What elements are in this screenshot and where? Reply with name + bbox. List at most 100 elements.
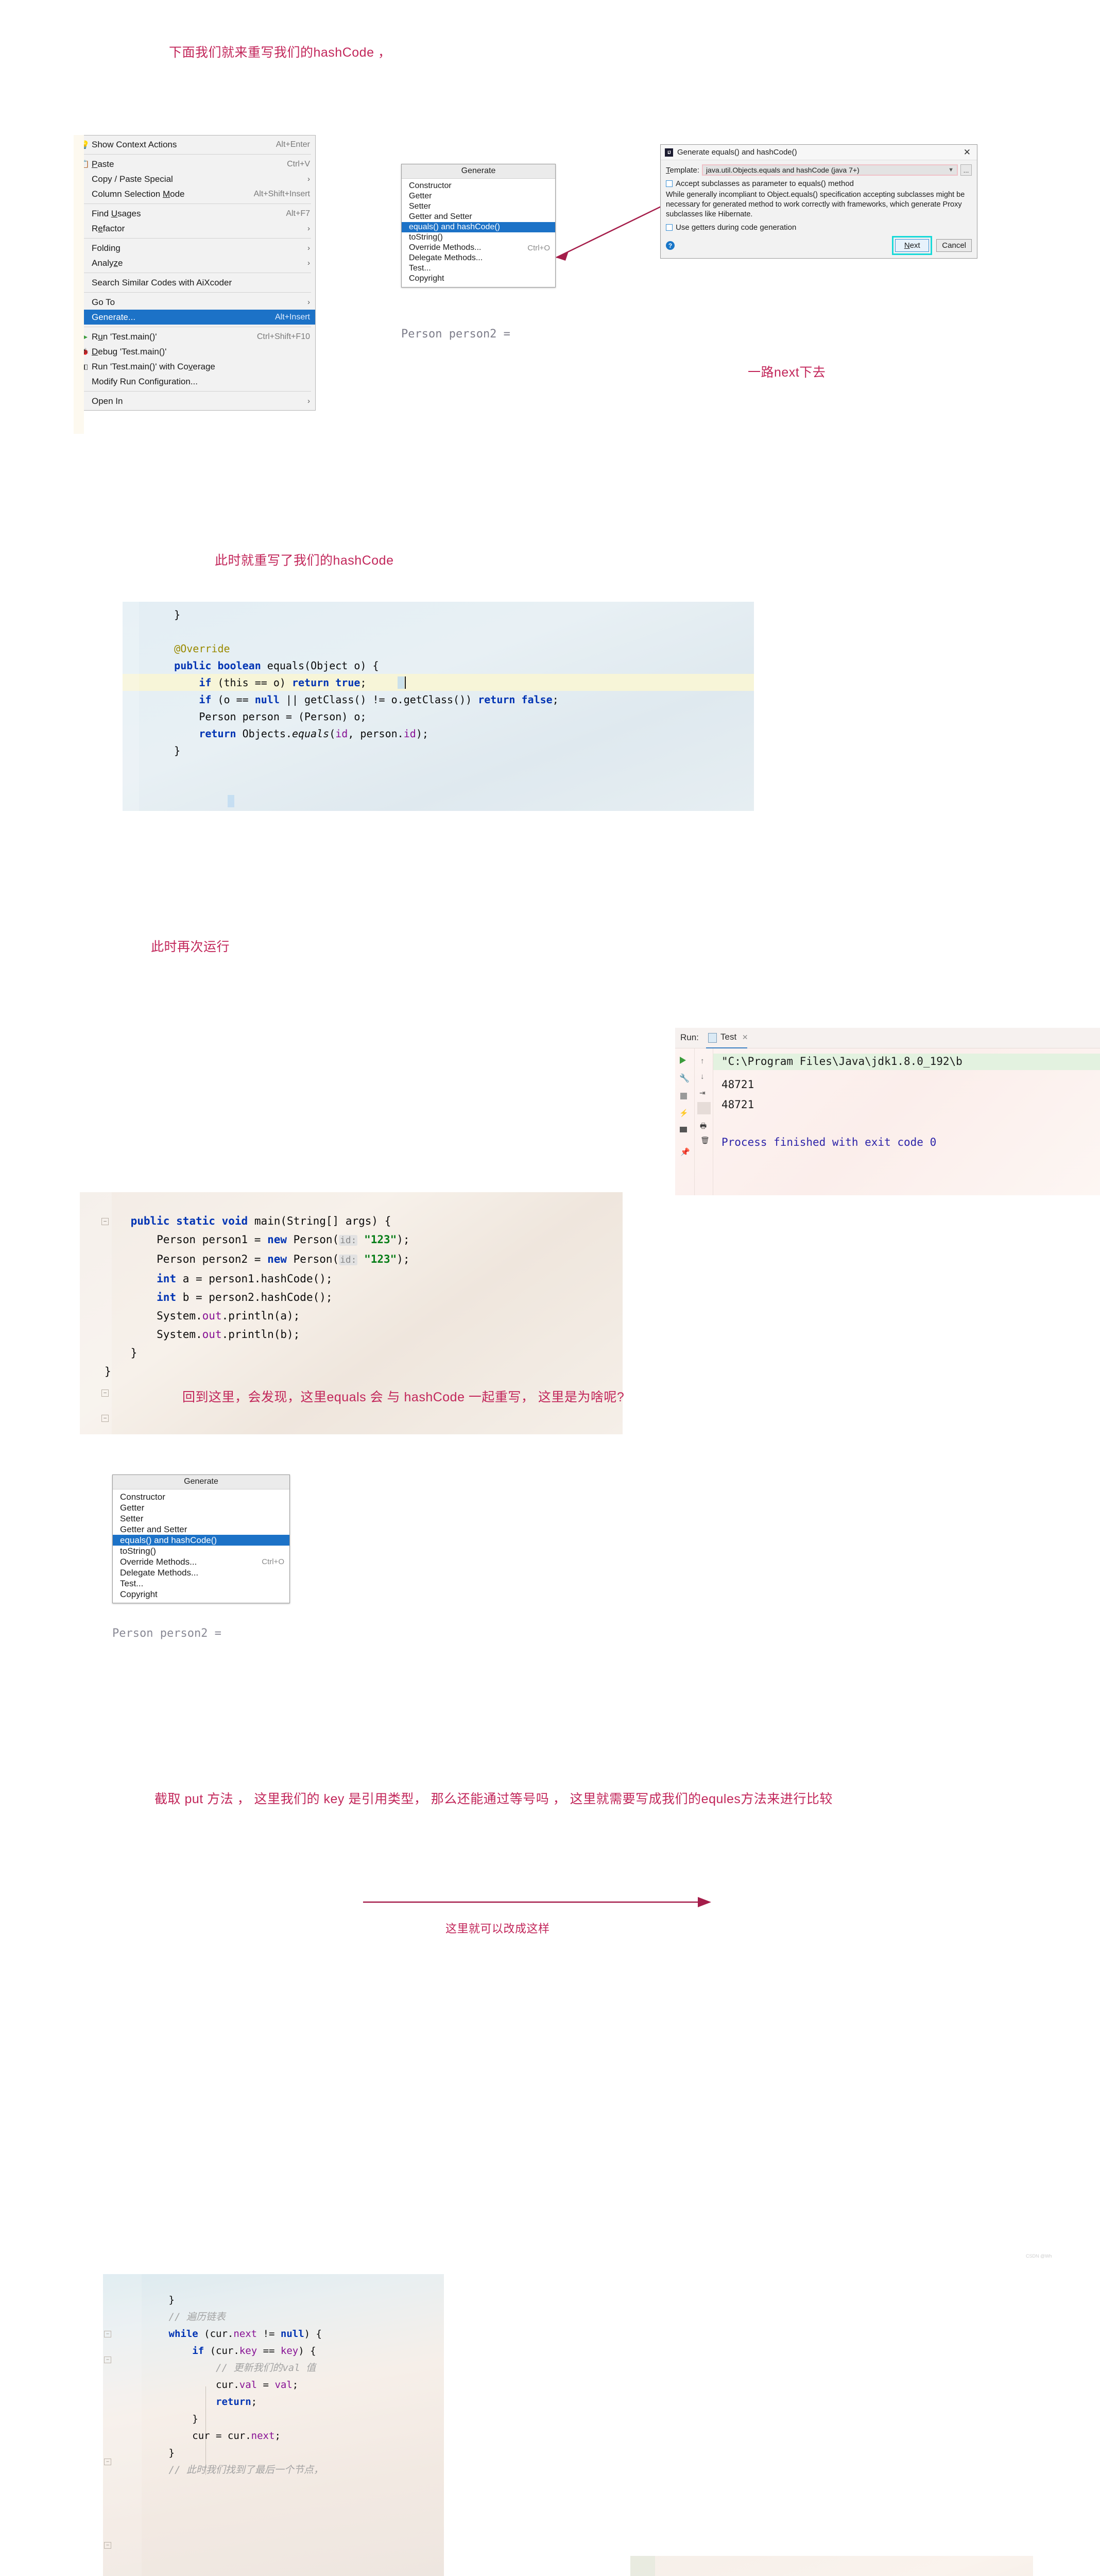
run-icon[interactable]	[680, 1057, 686, 1064]
note-change-to-this: 这里就可以改成这样	[445, 1920, 550, 1936]
intellij-icon: IJ	[665, 148, 673, 157]
soft-wrap-icon[interactable]: ⇥	[699, 1089, 706, 1097]
cancel-button[interactable]: Cancel	[936, 239, 972, 252]
use-getters-checkbox-row[interactable]: Use getters during code generation	[666, 223, 972, 232]
context-menu-item-folding[interactable]: Folding›	[74, 241, 315, 256]
editor-context-menu[interactable]: 💡Show Context ActionsAlt+Enter 📋PasteCtrl…	[74, 135, 316, 411]
generate-item-getter-and-setter[interactable]: Getter and Setter	[402, 212, 555, 222]
editor-text-behind-popup-2: Person person2 =	[112, 1627, 298, 1640]
console-tab-test[interactable]: Test ✕	[720, 1032, 748, 1042]
up-arrow-icon[interactable]: ↑	[700, 1057, 704, 1065]
scroll-to-end-icon[interactable]	[697, 1102, 711, 1114]
generate-popup-2[interactable]: Generate ConstructorGetterSetterGetter a…	[112, 1475, 290, 1603]
context-menu-item-analyze[interactable]: Analyze›	[74, 256, 315, 270]
note-why-together: 回到这里，会发现，这里equals 会 与 hashCode 一起重写， 这里是…	[182, 1387, 624, 1405]
behind-code-text: Person person2 =	[401, 328, 510, 340]
context-menu-item-search-similar-codes-with-aixcoder[interactable]: Search Similar Codes with AiXcoder	[74, 275, 315, 290]
close-icon[interactable]: ✕	[742, 1033, 748, 1041]
code-block-put-after: − − − − } while (cur.next != null) { if(…	[630, 2556, 1033, 2576]
print-icon[interactable]: 🖶	[700, 1121, 707, 1133]
generate-item-override-methods[interactable]: Override Methods...Ctrl+O	[113, 1556, 289, 1567]
context-menu-item-debug-test-main[interactable]: 🐞Debug 'Test.main()'	[74, 344, 315, 359]
generate-item-tostring[interactable]: toString()	[402, 232, 555, 243]
help-icon[interactable]: ?	[666, 241, 675, 250]
code-text-put-after: } while (cur.next != null) { if(cur.key.…	[630, 2556, 1033, 2576]
next-button[interactable]: Next	[895, 239, 929, 252]
generate-equals-dialog[interactable]: IJ Generate equals() and hashCode() ✕ Te…	[660, 144, 977, 259]
context-menu-item-find-usages[interactable]: Find UsagesAlt+F7	[74, 206, 315, 221]
close-icon[interactable]: ✕	[961, 147, 973, 158]
generate-item-equals-and-hashcode[interactable]: equals() and hashCode()	[113, 1535, 289, 1546]
generate-item-setter[interactable]: Setter	[402, 201, 555, 212]
console-mid-toolbar[interactable]: ↑ ↓ ⇥ 🖶 🗑	[695, 1048, 713, 1195]
generate-item-getter[interactable]: Getter	[113, 1502, 289, 1513]
chevron-right-icon: ›	[307, 397, 310, 405]
generate-item-label: toString()	[409, 233, 550, 242]
accept-subclasses-checkbox-row[interactable]: Accept subclasses as parameter to equals…	[666, 179, 972, 188]
generate-item-label: Delegate Methods...	[409, 253, 550, 263]
pin-icon[interactable]: 📌	[680, 1147, 690, 1157]
context-menu-item-go-to[interactable]: Go To›	[74, 295, 315, 310]
template-select-value: java.util.Objects.equals and hashCode (j…	[706, 166, 948, 174]
generate-item-override-methods[interactable]: Override Methods...Ctrl+O	[402, 243, 555, 253]
context-menu-list[interactable]: 💡Show Context ActionsAlt+Enter 📋PasteCtrl…	[74, 135, 316, 411]
next-button-highlight: Next	[892, 236, 932, 255]
generate-popup-2-list[interactable]: ConstructorGetterSetterGetter and Setter…	[113, 1489, 289, 1603]
menu-item-shortcut: Alt+F7	[286, 209, 310, 218]
generate-item-copyright[interactable]: Copyright	[402, 274, 555, 284]
context-menu-item-run-test-main[interactable]: ▶Run 'Test.main()'Ctrl+Shift+F10	[74, 329, 315, 344]
menu-separator	[78, 238, 311, 239]
generate-item-constructor[interactable]: Constructor	[113, 1492, 289, 1502]
generate-item-delegate-methods[interactable]: Delegate Methods...	[402, 253, 555, 263]
generate-popup[interactable]: Generate ConstructorGetterSetterGetter a…	[401, 164, 556, 287]
generate-popup-list[interactable]: ConstructorGetterSetterGetter and Setter…	[402, 179, 555, 287]
rerun-failed-icon[interactable]: ⚡	[679, 1109, 688, 1117]
generate-item-label: Getter	[409, 192, 550, 201]
gutter-fold-icon-4[interactable]: −	[104, 2542, 111, 2549]
down-arrow-icon[interactable]: ↓	[700, 1072, 704, 1081]
generate-item-getter[interactable]: Getter	[402, 191, 555, 201]
run-config-icon	[708, 1033, 717, 1043]
menu-separator	[78, 292, 311, 293]
generate-item-equals-and-hashcode[interactable]: equals() and hashCode()	[402, 222, 555, 232]
wrench-icon[interactable]: 🔧	[679, 1073, 690, 1083]
layout-icon[interactable]	[680, 1127, 687, 1132]
generate-item-constructor[interactable]: Constructor	[402, 181, 555, 191]
context-menu-item-show-context-actions[interactable]: 💡Show Context ActionsAlt+Enter	[74, 137, 315, 152]
console-left-toolbar[interactable]: 🔧 ⚡ 📌	[675, 1048, 695, 1195]
generate-item-label: Override Methods...	[409, 243, 515, 252]
use-getters-label: Use getters during code generation	[676, 223, 796, 232]
generate-item-delegate-methods[interactable]: Delegate Methods...	[113, 1567, 289, 1578]
template-select[interactable]: java.util.Objects.equals and hashCode (j…	[702, 164, 958, 176]
generate-item-test[interactable]: Test...	[113, 1578, 289, 1589]
generate-item-copyright[interactable]: Copyright	[113, 1589, 289, 1600]
menu-item-shortcut: Alt+Shift+Insert	[254, 190, 310, 199]
accept-subclasses-checkbox[interactable]	[666, 180, 673, 187]
use-getters-checkbox[interactable]	[666, 224, 673, 231]
run-console-panel[interactable]: Run: Test ✕ 🔧 ⚡ 📌 ↑ ↓ ⇥ 🖶 🗑 "C:\Program …	[675, 1028, 1100, 1195]
generate-item-label: Getter and Setter	[409, 212, 550, 222]
generate-item-test[interactable]: Test...	[402, 263, 555, 274]
context-menu-item-copy-paste-special[interactable]: Copy / Paste Special›	[74, 172, 315, 187]
context-menu-item-generate[interactable]: Generate...Alt+Insert	[74, 310, 315, 325]
context-menu-item-modify-run-configuration[interactable]: Modify Run Configuration...	[74, 374, 315, 389]
context-menu-item-column-selection-mode[interactable]: Column Selection ModeAlt+Shift+Insert	[74, 187, 315, 201]
context-menu-item-run-test-main-with-coverage[interactable]: ◧Run 'Test.main()' with Coverage	[74, 359, 315, 374]
context-menu-item-paste[interactable]: 📋PasteCtrl+V	[74, 157, 315, 172]
console-command-line: "C:\Program Files\Java\jdk1.8.0_192\b	[721, 1055, 963, 1067]
menu-item-shortcut: Alt+Enter	[276, 140, 310, 149]
code-text-put-before: } // 遍历链表 while (cur.next != null) { if …	[103, 2274, 444, 2479]
context-menu-item-open-in[interactable]: Open In›	[74, 394, 315, 409]
context-menu-item-refactor[interactable]: Refactor›	[74, 221, 315, 236]
generate-item-setter[interactable]: Setter	[113, 1513, 289, 1524]
trash-icon[interactable]: 🗑	[700, 1136, 710, 1145]
gutter-fold-icon-3[interactable]: −	[101, 1415, 109, 1422]
editor-text-behind-popup: Person person2 =	[401, 328, 576, 340]
generate-item-label: equals() and hashCode()	[120, 1535, 284, 1546]
generate-item-getter-and-setter[interactable]: Getter and Setter	[113, 1524, 289, 1535]
stop-icon[interactable]	[680, 1093, 687, 1099]
template-browse-button[interactable]: ...	[960, 164, 972, 176]
menu-item-shortcut: Alt+Insert	[275, 313, 310, 322]
generate-item-tostring[interactable]: toString()	[113, 1546, 289, 1556]
gutter-fold-icon-2[interactable]: −	[101, 1389, 109, 1397]
